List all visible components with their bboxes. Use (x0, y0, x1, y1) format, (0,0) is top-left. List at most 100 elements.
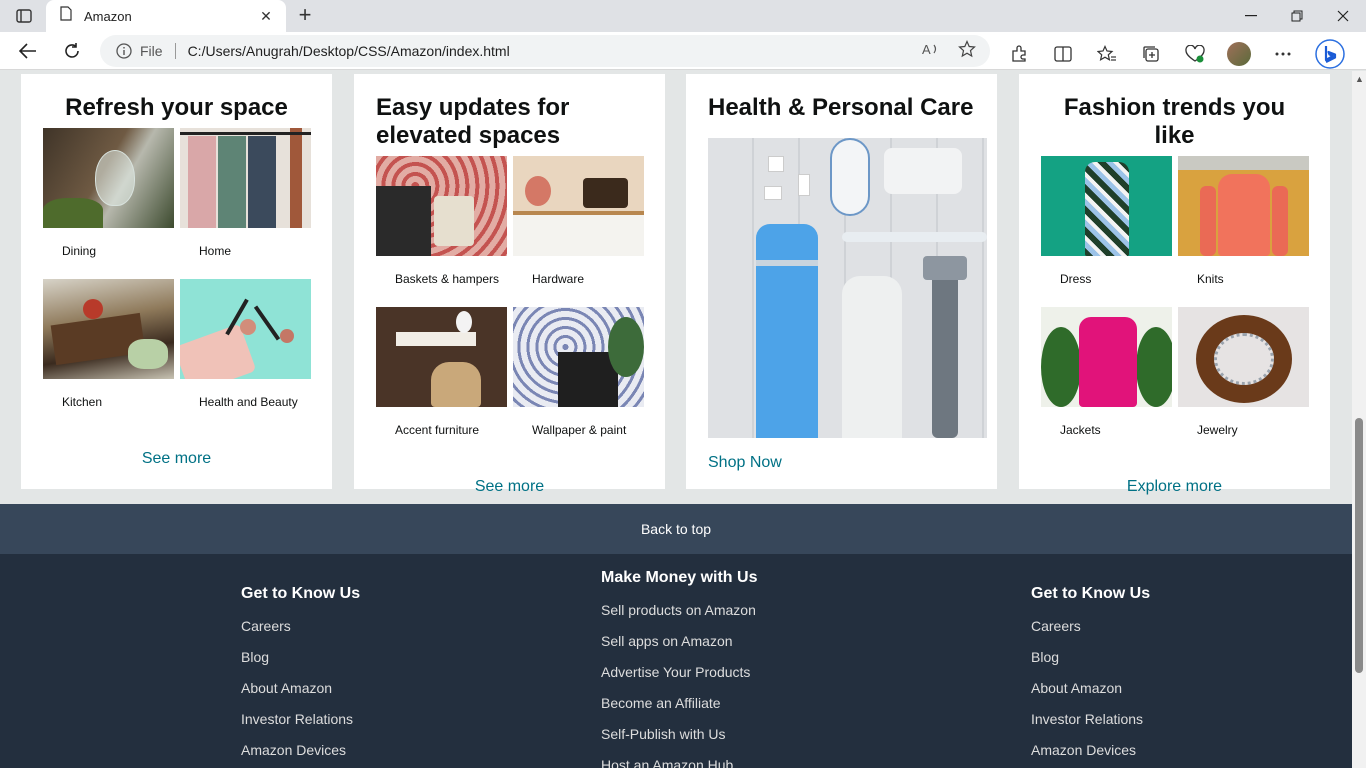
card-easy-updates: Easy updates for elevated spaces Baskets… (354, 74, 665, 495)
footer-column-get-to-know-us-2: Get to Know Us Careers Blog About Amazon… (1031, 585, 1150, 766)
scroll-up-arrow-icon[interactable]: ▲ (1355, 74, 1364, 84)
browser-toolbar: File C:/Users/Anugrah/Desktop/CSS/Amazon… (0, 32, 1366, 70)
new-tab-button[interactable]: + (292, 4, 318, 28)
footer-heading: Get to Know Us (241, 585, 361, 602)
window-controls (1228, 0, 1366, 32)
footer-link[interactable]: Careers (1031, 611, 1150, 642)
card-title: Refresh your space (65, 94, 288, 121)
dress-image (1041, 156, 1172, 256)
page-scrollbar[interactable]: ▲ (1352, 71, 1366, 768)
scrollbar-thumb[interactable] (1355, 418, 1363, 673)
restore-button[interactable] (1274, 0, 1320, 32)
footer-heading: Get to Know Us (1031, 585, 1151, 602)
grid-item-jewelry[interactable]: Jewelry (1178, 307, 1309, 458)
avatar-image (1227, 42, 1251, 66)
item-label: Baskets & hampers (395, 272, 500, 286)
knits-image (1178, 156, 1309, 256)
footer-link[interactable]: Sell apps on Amazon (601, 626, 757, 657)
footer-link[interactable]: Sell products on Amazon (601, 595, 757, 626)
item-label: Accent furniture (395, 423, 480, 437)
footer-link[interactable]: About Amazon (241, 673, 360, 704)
item-label: Home (199, 244, 232, 258)
kitchen-image (43, 279, 174, 379)
favorite-star-icon[interactable] (958, 39, 976, 63)
grid-item-kitchen[interactable]: Kitchen (43, 279, 174, 430)
footer-link[interactable]: Host an Amazon Hub (601, 750, 757, 768)
back-to-top-button[interactable]: Back to top (0, 504, 1352, 554)
extensions-icon[interactable] (1006, 41, 1032, 67)
card-refresh-your-space: Refresh your space Dining Home Kitchen H… (21, 74, 332, 489)
browser-tab[interactable]: Amazon ✕ (46, 0, 286, 32)
grid-item-health-and-beauty[interactable]: Health and Beauty (180, 279, 311, 430)
card-title: Easy updates for elevated spaces (376, 94, 570, 149)
item-label: Jackets (1060, 423, 1101, 437)
wallpaper-paint-image (513, 307, 644, 407)
footer-link[interactable]: Careers (241, 611, 360, 642)
item-label: Dining (62, 244, 97, 258)
browser-essentials-icon[interactable] (1182, 41, 1208, 67)
close-window-button[interactable] (1320, 0, 1366, 32)
baskets-hampers-image (376, 156, 507, 256)
browser-tab-bar: Amazon ✕ + (0, 0, 1366, 32)
more-menu-icon[interactable] (1270, 41, 1296, 67)
item-label: Kitchen (62, 395, 103, 409)
grid-item-wallpaper-paint[interactable]: Wallpaper & paint (513, 307, 644, 458)
personal-care-products-image[interactable] (708, 138, 987, 438)
footer-link[interactable]: Self-Publish with Us (601, 719, 757, 750)
page-viewport: Refresh your space Dining Home Kitchen H… (0, 71, 1352, 768)
footer-link[interactable]: Investor Relations (241, 704, 360, 735)
hardware-image (513, 156, 644, 256)
grid-item-hardware[interactable]: Hardware (513, 156, 644, 307)
back-arrow-icon[interactable] (15, 38, 41, 64)
card-title: Health & Personal Care (708, 94, 974, 121)
site-info[interactable]: File (116, 43, 163, 59)
footer-link[interactable]: Investor Relations (1031, 704, 1150, 735)
grid-item-dress[interactable]: Dress (1041, 156, 1172, 307)
shop-now-link[interactable]: Shop Now (708, 454, 975, 472)
collections-icon[interactable] (1138, 41, 1164, 67)
grid-item-baskets-hampers[interactable]: Baskets & hampers (376, 156, 507, 307)
minimize-button[interactable] (1228, 0, 1274, 32)
footer-link[interactable]: Amazon Devices (1031, 735, 1150, 766)
info-icon (116, 43, 132, 59)
see-more-link[interactable]: See more (43, 450, 310, 468)
svg-text:A: A (922, 42, 931, 57)
footer-column-make-money: Make Money with Us Sell products on Amaz… (601, 569, 757, 768)
see-more-link[interactable]: See more (376, 478, 643, 496)
address-divider (174, 43, 176, 59)
footer-link[interactable]: Advertise Your Products (601, 657, 757, 688)
item-label: Dress (1060, 272, 1092, 286)
split-screen-icon[interactable] (1050, 41, 1076, 67)
page-icon (60, 6, 72, 26)
profile-avatar[interactable] (1226, 41, 1252, 67)
footer: Get to Know Us Careers Blog About Amazon… (0, 554, 1352, 768)
read-aloud-icon[interactable]: A (922, 41, 940, 62)
footer-column-get-to-know-us: Get to Know Us Careers Blog About Amazon… (241, 585, 360, 766)
address-bar[interactable]: File C:/Users/Anugrah/Desktop/CSS/Amazon… (100, 35, 990, 67)
accent-furniture-image (376, 307, 507, 407)
favorites-icon[interactable] (1094, 41, 1120, 67)
footer-link[interactable]: About Amazon (1031, 673, 1150, 704)
jackets-image (1041, 307, 1172, 407)
card-title: Fashion trends you like (1063, 94, 1286, 149)
refresh-icon[interactable] (59, 38, 85, 64)
dining-image (43, 128, 174, 228)
grid-item-knits[interactable]: Knits (1178, 156, 1309, 307)
grid-item-jackets[interactable]: Jackets (1041, 307, 1172, 458)
grid-item-dining[interactable]: Dining (43, 128, 174, 279)
tab-title: Amazon (84, 8, 132, 24)
footer-link[interactable]: Become an Affiliate (601, 688, 757, 719)
close-tab-icon[interactable]: ✕ (256, 8, 276, 25)
jewelry-image (1178, 307, 1309, 407)
footer-link[interactable]: Blog (241, 642, 360, 673)
tab-actions-icon[interactable] (12, 6, 36, 26)
footer-link[interactable]: Blog (1031, 642, 1150, 673)
explore-more-link[interactable]: Explore more (1041, 478, 1308, 496)
grid-item-home[interactable]: Home (180, 128, 311, 279)
footer-link[interactable]: Amazon Devices (241, 735, 360, 766)
url-text[interactable]: C:/Users/Anugrah/Desktop/CSS/Amazon/inde… (188, 43, 922, 59)
item-label: Hardware (532, 272, 585, 286)
bing-copilot-icon[interactable] (1314, 38, 1346, 70)
item-label: Health and Beauty (199, 395, 298, 409)
grid-item-accent-furniture[interactable]: Accent furniture (376, 307, 507, 458)
